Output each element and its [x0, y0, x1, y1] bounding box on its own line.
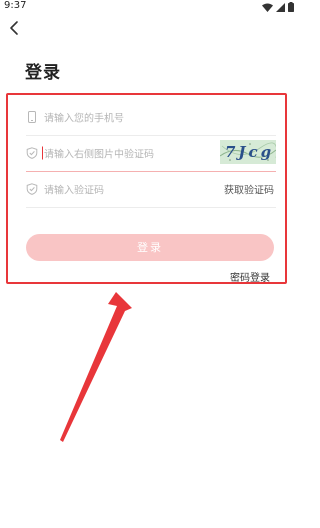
status-time: 9:37	[4, 0, 27, 11]
back-button[interactable]	[7, 19, 23, 37]
signal-icon	[276, 2, 285, 12]
page-title: 登录	[25, 63, 61, 83]
battery-icon	[288, 2, 294, 12]
highlight-box	[6, 93, 287, 284]
status-icons	[262, 2, 294, 12]
chevron-left-icon	[10, 21, 18, 35]
wifi-icon	[262, 3, 273, 12]
status-bar: 9:37	[0, 0, 300, 14]
